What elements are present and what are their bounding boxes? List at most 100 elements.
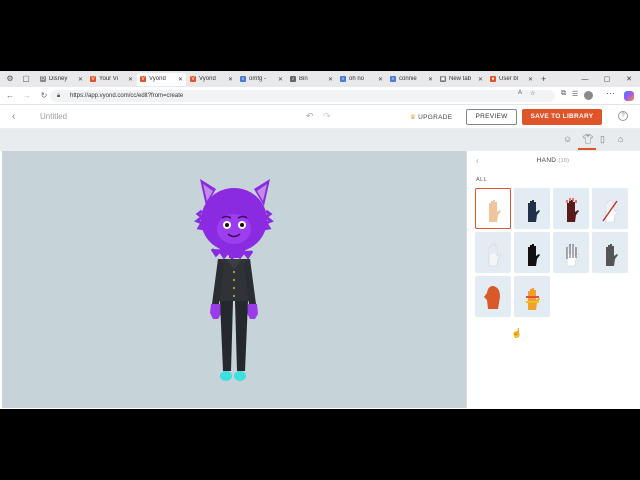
maximize-icon[interactable]: ▢	[596, 75, 618, 83]
screen: ⚙ ▢ D Disney ✕ V Your Vi ✕ V Vyond ✕ V Vyond ✕ ⌕ omfg…	[0, 71, 640, 409]
url-field[interactable]: 🔒︎ https://app.vyond.com/cc/edit?from=cr…	[50, 90, 555, 102]
character[interactable]	[2, 151, 466, 408]
tab-close-icon[interactable]: ✕	[428, 76, 433, 83]
workspaces-icon[interactable]: ⚙	[4, 73, 16, 85]
url-actions: A ☆	[518, 90, 535, 97]
hand-option-white-stripe-glove[interactable]	[592, 188, 628, 229]
hand-thumbnail-icon	[484, 285, 500, 309]
help-icon[interactable]: ?	[618, 111, 628, 121]
more-menu-icon[interactable]: ⋯	[606, 88, 615, 99]
panel-title-label: HAND	[536, 157, 557, 164]
tab-close-icon[interactable]: ✕	[328, 76, 333, 83]
tab-close-icon[interactable]: ✕	[378, 76, 383, 83]
app-header: ‹ Untitled ↶ ↷ ♛ UPGRADE PREVIEW SAVE TO …	[0, 105, 640, 129]
favorite-star-icon[interactable]: ☆	[530, 90, 535, 97]
hand-option-black-glove[interactable]	[514, 232, 550, 273]
back-nav-icon[interactable]: ←	[3, 91, 17, 100]
close-window-icon[interactable]: ✕	[618, 75, 640, 83]
hand-thumbnail-icon	[528, 243, 540, 266]
upgrade-label: UPGRADE	[418, 114, 453, 121]
tab-close-icon[interactable]: ✕	[528, 76, 533, 83]
hand-thumbnail-icon	[488, 243, 502, 266]
redo-icon[interactable]: ↷	[323, 111, 331, 122]
tab-title: Disney	[49, 76, 68, 82]
tab-title: Bin	[299, 76, 308, 82]
tab-close-icon[interactable]: ✕	[128, 76, 133, 83]
tab-title: New tab	[449, 76, 472, 82]
tab-close-icon[interactable]: ✕	[478, 76, 483, 83]
tab-actions-icon[interactable]: ▢	[20, 73, 32, 85]
hand-options-panel: ‹ HAND (10) ALL	[466, 151, 638, 408]
tab-title: connie	[399, 76, 417, 82]
hand-option-rainbow-glove[interactable]	[514, 276, 550, 317]
minimize-icon[interactable]: —	[574, 76, 596, 83]
hand-thumbnail-icon	[566, 197, 579, 222]
browser-tab[interactable]: ⌕ connie ✕	[387, 73, 436, 86]
forward-nav-icon[interactable]: →	[20, 91, 34, 100]
hand-thumbnail-icon	[526, 287, 540, 310]
document-title[interactable]: Untitled	[40, 112, 67, 121]
save-to-library-button[interactable]: SAVE TO LIBRARY	[522, 109, 602, 125]
upgrade-link[interactable]: ♛ UPGRADE	[410, 113, 452, 121]
hand-option-orange-mitten[interactable]	[475, 276, 511, 317]
tab-title: User bl	[499, 76, 519, 82]
lower-body-category-icon[interactable]: ▯	[600, 134, 605, 145]
read-aloud-icon[interactable]: A	[518, 90, 522, 97]
upper-body-category-icon[interactable]: 👕︎	[582, 134, 593, 145]
browser-tab[interactable]: ▣ New tab ✕	[437, 73, 486, 86]
tab-title: Vyond	[149, 76, 166, 82]
tab-favicon-icon: D	[40, 76, 46, 82]
new-tab-button[interactable]: +	[541, 74, 546, 84]
extensions-icon[interactable]: ⧉	[561, 90, 566, 98]
active-category-indicator	[578, 148, 596, 150]
tab-favicon-icon: V	[140, 76, 146, 82]
tab-close-icon[interactable]: ✕	[228, 76, 233, 83]
back-icon[interactable]: ‹	[12, 111, 15, 122]
tab-favicon-icon: ⌕	[240, 76, 246, 82]
browser-tab[interactable]: D Disney ✕	[37, 73, 86, 86]
browser-tab[interactable]: V Vyond ✕	[187, 73, 236, 86]
panel-title: HAND (10)	[467, 157, 639, 164]
tab-close-icon[interactable]: ✕	[278, 76, 283, 83]
right-hand	[247, 304, 258, 319]
hand-option-dark-glove[interactable]	[514, 188, 550, 229]
hand-option-white-glove[interactable]	[475, 232, 511, 273]
browser-tab[interactable]: ♪ Bin ✕	[287, 73, 336, 86]
hand-thumbnail-icon	[528, 199, 540, 222]
tab-close-icon[interactable]: ✕	[78, 76, 83, 83]
preview-button[interactable]: PREVIEW	[466, 109, 517, 125]
browser-tab[interactable]: V Your Vi ✕	[87, 73, 136, 86]
tab-close-icon[interactable]: ✕	[178, 76, 183, 83]
canvas-stage[interactable]	[2, 151, 466, 408]
tab-favicon-icon: ▣	[440, 76, 446, 82]
filter-all[interactable]: ALL	[476, 177, 487, 183]
tab-title: oh no	[349, 76, 365, 82]
profile-avatar[interactable]	[584, 91, 593, 100]
copilot-icon[interactable]	[624, 91, 634, 101]
tab-favicon-icon: ♪	[290, 76, 296, 82]
tab-favicon-icon: ⌕	[340, 76, 346, 82]
hand-thumbnail-icon	[489, 199, 501, 222]
tab-favicon-icon: ●	[490, 76, 496, 82]
browser-tab[interactable]: ● User bl ✕	[487, 73, 536, 86]
browser-tab[interactable]: ⌕ oh no ✕	[337, 73, 386, 86]
browser-tab[interactable]: V Vyond ✕	[137, 72, 186, 86]
url-text: https://app.vyond.com/cc/edit?from=creat…	[70, 93, 184, 99]
hand-option-skin-hand[interactable]	[475, 188, 511, 229]
hand-thumbnail-icon	[566, 243, 580, 266]
address-bar-row: ← → ↻ 🔒︎ https://app.vyond.com/cc/edit?f…	[0, 87, 640, 105]
shoes-category-icon[interactable]: ⌂	[618, 134, 623, 144]
hand-option-gray-glove[interactable]	[592, 232, 628, 273]
refresh-icon[interactable]: ↻	[37, 91, 51, 100]
tab-title: Your Vi	[99, 76, 119, 82]
undo-icon[interactable]: ↶	[306, 111, 314, 122]
tab-favicon-icon: V	[90, 76, 96, 82]
tab-title: Vyond	[199, 76, 216, 82]
head-category-icon[interactable]: ☺	[563, 134, 572, 144]
favorites-icon[interactable]: ☰	[572, 90, 578, 98]
mouse-cursor-icon: ☝	[511, 328, 523, 338]
tab-strip: ⚙ ▢ D Disney ✕ V Your Vi ✕ V Vyond ✕ V Vyond ✕ ⌕ omfg…	[0, 71, 640, 87]
browser-tab[interactable]: ⌕ omfg - ✕	[237, 73, 286, 86]
hand-option-skeleton-hand[interactable]	[553, 232, 589, 273]
hand-option-red-glove[interactable]	[553, 188, 589, 229]
